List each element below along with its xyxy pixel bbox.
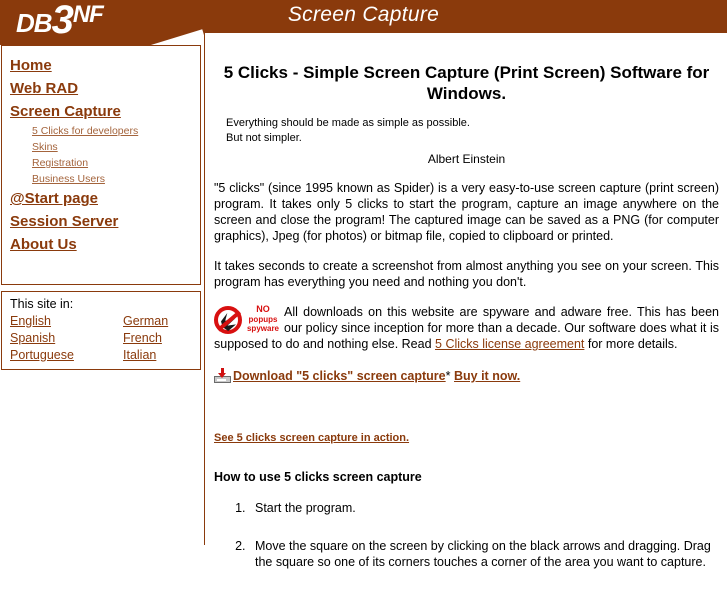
list-item: Move the square on the screen by clickin… bbox=[249, 538, 719, 570]
language-selector-box: This site in: English German Spanish Fre… bbox=[1, 291, 201, 370]
logo-notch-shape bbox=[119, 29, 205, 45]
download-line: Download "5 clicks" screen capture* Buy … bbox=[214, 368, 719, 384]
spyware-text-after-link: for more details. bbox=[584, 337, 678, 351]
see-in-action-link[interactable]: See 5 clicks screen capture in action. bbox=[214, 432, 409, 444]
logo-part-nf: NF bbox=[72, 1, 104, 28]
sidebar-item-session-server[interactable]: Session Server bbox=[2, 210, 200, 233]
sidebar-item-registration[interactable]: Registration bbox=[2, 155, 200, 171]
download-arrow-head bbox=[218, 373, 226, 378]
language-link-italian[interactable]: Italian bbox=[123, 347, 200, 364]
language-link-french[interactable]: French bbox=[123, 330, 200, 347]
download-link[interactable]: Download "5 clicks" screen capture bbox=[233, 369, 446, 383]
sidebar-item-business-users[interactable]: Business Users bbox=[2, 171, 200, 187]
sidebar-item-home[interactable]: Home bbox=[2, 54, 200, 77]
action-link-wrapper: See 5 clicks screen capture in action. bbox=[214, 428, 719, 446]
main-content: 5 Clicks - Simple Screen Capture (Print … bbox=[214, 45, 719, 592]
badge-word-no: NO bbox=[256, 304, 270, 314]
logo-part-3: 3 bbox=[51, 0, 74, 42]
license-agreement-link[interactable]: 5 Clicks license agreement bbox=[435, 337, 584, 351]
prohibition-sign-icon bbox=[214, 306, 242, 334]
sidebar-nav-box: Home Web RAD Screen Capture 5 Clicks for… bbox=[1, 45, 201, 285]
download-separator: * bbox=[445, 369, 451, 383]
language-box-title: This site in: bbox=[10, 297, 74, 311]
site-logo[interactable]: DB3NF bbox=[0, 0, 205, 45]
page-title: 5 Clicks - Simple Screen Capture (Print … bbox=[223, 63, 710, 103]
sidebar: Home Web RAD Screen Capture 5 Clicks for… bbox=[0, 45, 205, 376]
sidebar-item-about-us[interactable]: About Us bbox=[2, 233, 200, 256]
quote-block: Everything should be made as simple as p… bbox=[226, 116, 719, 146]
site-logo-text: DB3NF bbox=[16, 0, 104, 42]
sidebar-item-skins[interactable]: Skins bbox=[2, 139, 200, 155]
sidebar-item-web-rad[interactable]: Web RAD bbox=[2, 77, 200, 100]
badge-wordmark: NO popups spyware bbox=[246, 304, 280, 334]
quote-line-2: But not simpler. bbox=[226, 132, 302, 144]
list-item: Start the program. bbox=[249, 500, 719, 516]
quote-author: Albert Einstein bbox=[427, 152, 506, 166]
intro-paragraph-2: It takes seconds to create a screenshot … bbox=[214, 259, 719, 289]
language-link-german[interactable]: German bbox=[123, 313, 200, 330]
howto-heading: How to use 5 clicks screen capture bbox=[214, 470, 422, 484]
sidebar-item-5-clicks-for-developers[interactable]: 5 Clicks for developers bbox=[2, 123, 200, 139]
quote-line-1: Everything should be made as simple as p… bbox=[226, 117, 470, 129]
language-link-portuguese[interactable]: Portuguese bbox=[10, 347, 123, 364]
language-link-english[interactable]: English bbox=[10, 313, 123, 330]
sidebar-item-start-page[interactable]: @Start page bbox=[2, 187, 200, 210]
howto-steps-list: Start the program. Move the square on th… bbox=[214, 500, 719, 570]
spyware-policy-paragraph: NO popups spyware All downloads on this … bbox=[214, 304, 719, 352]
language-links-grid: English German Spanish French Portuguese… bbox=[2, 313, 200, 364]
logo-part-db: DB bbox=[16, 8, 53, 38]
sidebar-item-screen-capture[interactable]: Screen Capture bbox=[2, 100, 200, 123]
language-link-spanish[interactable]: Spanish bbox=[10, 330, 123, 347]
no-popups-spyware-icon: NO popups spyware bbox=[214, 304, 280, 336]
download-icon bbox=[214, 368, 232, 383]
buy-it-now-link[interactable]: Buy it now. bbox=[454, 369, 520, 383]
intro-paragraph-1: "5 clicks" (since 1995 known as Spider) … bbox=[214, 181, 719, 243]
badge-word-popups: popups bbox=[248, 314, 278, 324]
badge-word-spyware: spyware bbox=[246, 324, 280, 333]
